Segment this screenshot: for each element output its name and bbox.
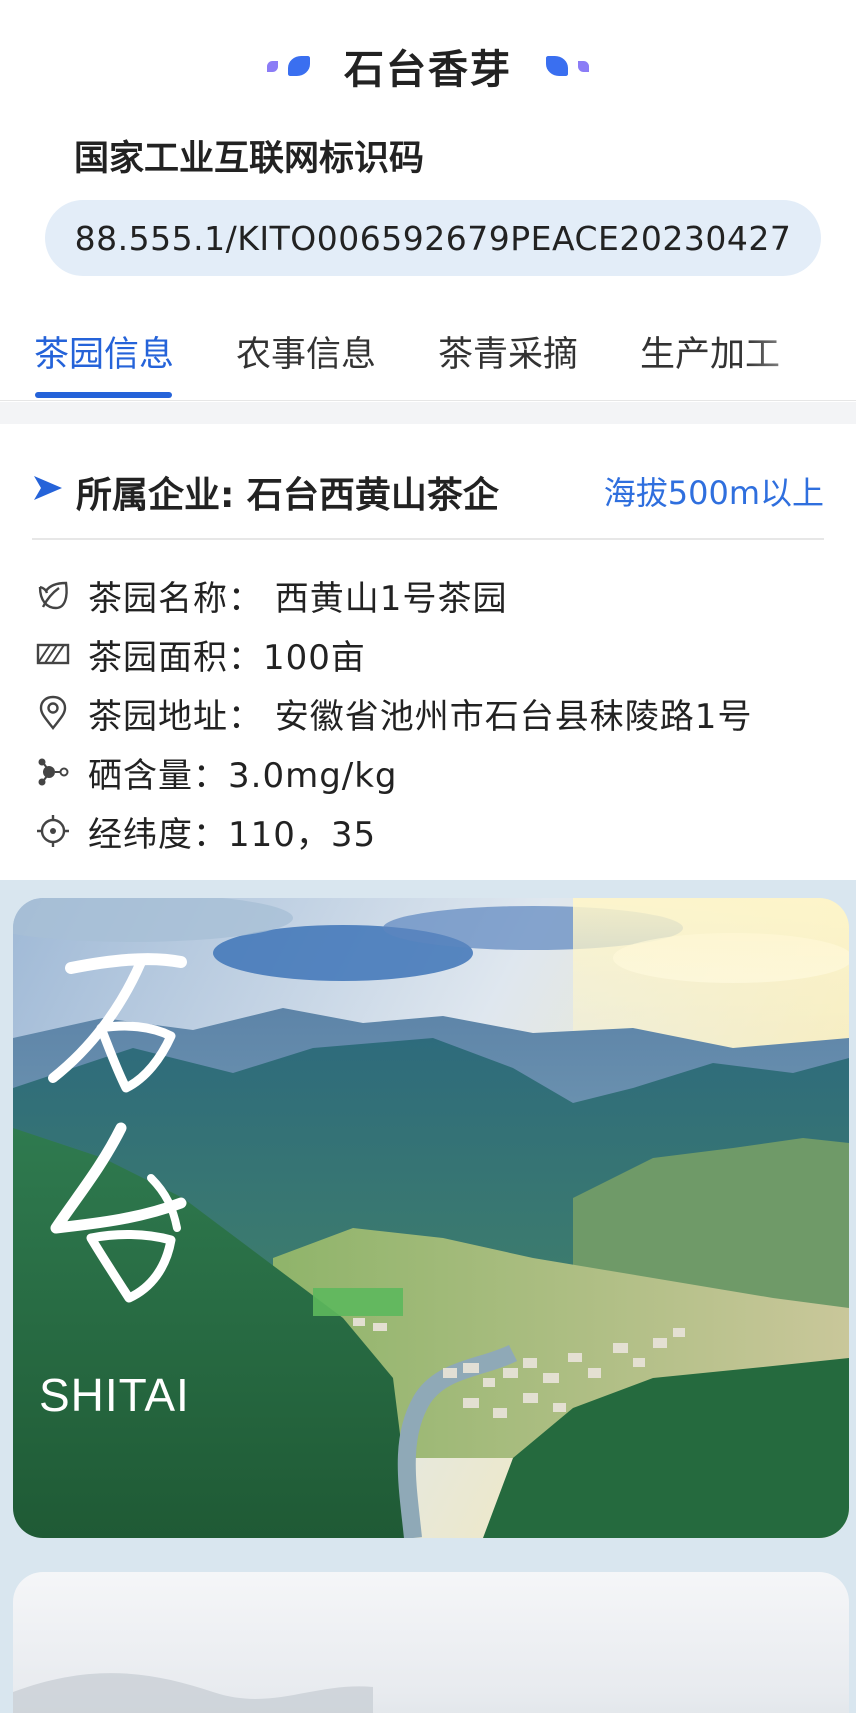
company-row: 所属企业: 石台西黄山茶企 海拔500m以上: [32, 464, 824, 516]
active-tab-indicator: [35, 392, 172, 398]
photo-caption: SHITAI: [39, 1369, 190, 1421]
leaf-icon: [34, 576, 72, 614]
divider: [32, 538, 824, 540]
garden-area-text: 茶园面积：100亩: [88, 637, 366, 678]
info-row-coordinates: 经纬度：110，35: [34, 808, 377, 855]
tab-farming-info[interactable]: 农事信息: [236, 326, 376, 377]
info-row-garden-area: 茶园面积：100亩: [34, 631, 366, 678]
info-row-garden-address: 茶园地址： 安徽省池州市石台县秣陵路1号: [34, 690, 753, 737]
garden-name-text: 茶园名称： 西黄山1号茶园: [88, 578, 508, 619]
landscape-photo[interactable]: SHITAI: [13, 898, 849, 1538]
location-pin-icon: [34, 694, 72, 732]
selenium-text: 硒含量：3.0mg/kg: [88, 755, 398, 796]
identifier-label: 国家工业互联网标识码: [74, 139, 425, 179]
header: 石台香芽 国家工业互联网标识码: [0, 0, 856, 179]
molecule-icon: [34, 753, 72, 791]
tab-scroll-fade: [746, 310, 856, 398]
section-separator: [0, 402, 856, 424]
area-icon: [34, 635, 72, 673]
title-deco-right-icon: [546, 56, 589, 76]
misty-mountain-illustration: [13, 1673, 373, 1713]
altitude-tag: 海拔500m以上: [603, 474, 824, 512]
tab-garden-info[interactable]: 茶园信息: [34, 326, 174, 377]
coordinates-text: 经纬度：110，35: [88, 814, 377, 855]
garden-address-text: 茶园地址： 安徽省池州市石台县秣陵路1号: [88, 696, 753, 737]
info-row-garden-name: 茶园名称： 西黄山1号茶园: [34, 572, 508, 619]
page: 石台香芽 国家工业互联网标识码 88.555.1/KITO006592679PE…: [0, 0, 856, 1713]
info-row-selenium: 硒含量：3.0mg/kg: [34, 749, 398, 796]
arrow-right-icon: [34, 476, 62, 500]
garden-info-card: 所属企业: 石台西黄山茶企 海拔500m以上 茶园名称： 西黄山1号茶园 茶园面…: [0, 424, 856, 880]
title-deco-left-icon: [267, 56, 310, 76]
identifier-code-pill: 88.555.1/KITO006592679PEACE20230427: [45, 200, 821, 276]
tab-tea-picking[interactable]: 茶青采摘: [438, 326, 578, 377]
second-photo[interactable]: [13, 1572, 849, 1713]
crosshair-icon: [34, 812, 72, 850]
photo-gallery: SHITAI: [0, 880, 856, 1713]
page-title: 石台香芽: [344, 47, 512, 93]
calligraphy-logo: [48, 953, 187, 1303]
title-row: 石台香芽: [0, 38, 856, 94]
tab-bar: 茶园信息 农事信息 茶青采摘 生产加工: [0, 310, 856, 401]
company-name: 所属企业: 石台西黄山茶企: [76, 475, 499, 516]
